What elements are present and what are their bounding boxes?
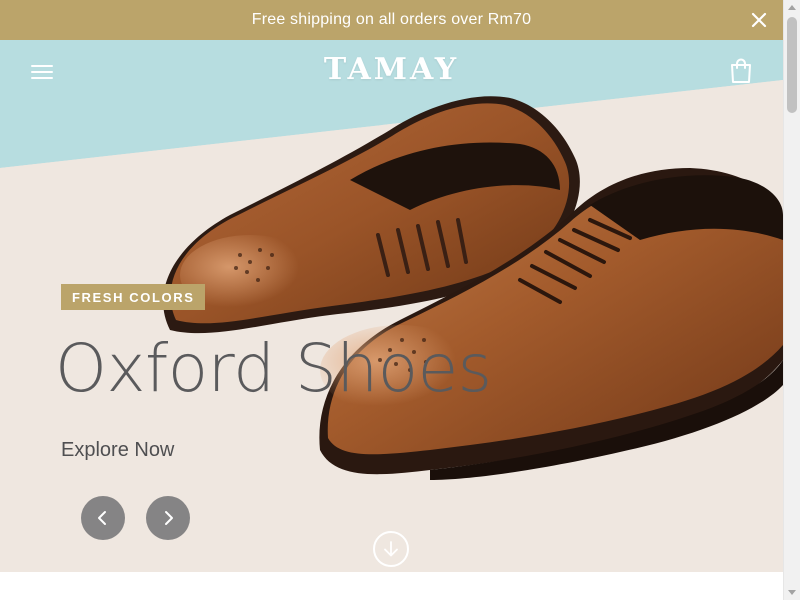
store-logo[interactable]: TAMAY [0, 52, 783, 87]
hero-headline: Oxford Shoes [55, 330, 492, 407]
hero-badge: FRESH COLORS [61, 284, 206, 310]
previous-slide-button[interactable] [81, 496, 125, 540]
scroll-down-arrow-icon[interactable] [788, 590, 796, 595]
explore-now-link[interactable]: Explore Now [61, 439, 174, 462]
announcement-bar: Free shipping on all orders over Rm70 [0, 0, 783, 40]
hero-slideshow: TAMAY FRESH COLORS Oxford Shoes Explore … [0, 40, 783, 572]
arrow-down-icon [384, 541, 398, 557]
scroll-down-button[interactable] [373, 531, 409, 567]
next-slide-button[interactable] [146, 496, 190, 540]
announcement-text: Free shipping on all orders over Rm70 [251, 11, 532, 28]
page-content-below [0, 572, 783, 600]
scroll-up-arrow-icon[interactable] [788, 5, 796, 10]
chevron-right-icon [165, 511, 173, 525]
chevron-left-icon [98, 511, 106, 525]
scrollbar-thumb[interactable] [787, 17, 797, 113]
vertical-scrollbar[interactable] [783, 0, 800, 600]
close-icon[interactable] [749, 10, 769, 30]
shopping-bag-icon[interactable] [728, 57, 754, 85]
